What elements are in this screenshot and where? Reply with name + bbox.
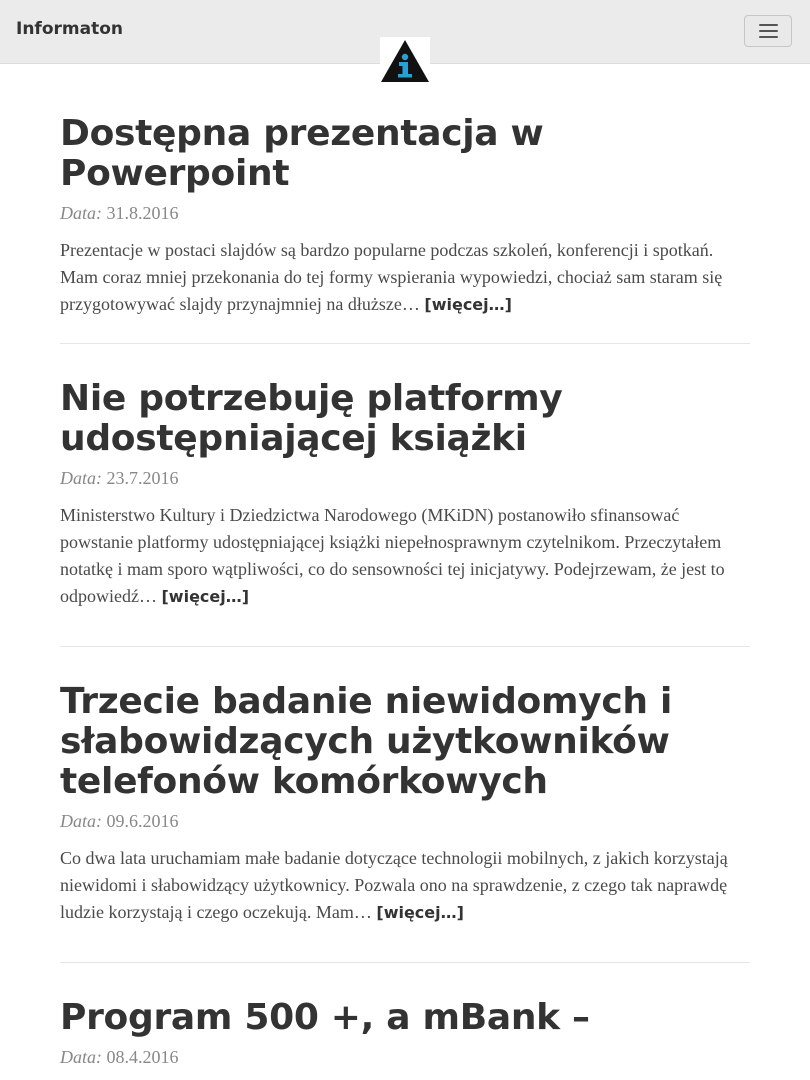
date-value: 09.6.2016 (106, 811, 179, 831)
post-title-link[interactable]: Dostępna prezentacja w Powerpoint (60, 113, 544, 194)
date-label: Data: (60, 468, 102, 488)
date-value: 31.8.2016 (106, 203, 179, 223)
post-date: Data: 31.8.2016 (60, 202, 750, 224)
info-triangle-logo-icon (381, 40, 429, 82)
date-value: 23.7.2016 (106, 468, 179, 488)
post-excerpt: Prezentacje w postaci slajdów są bardzo … (60, 237, 750, 318)
hamburger-icon-bar (759, 36, 778, 38)
post-divider (60, 646, 750, 647)
read-more-link[interactable]: [więcej…] (161, 587, 249, 606)
post-title-link[interactable]: Trzecie badanie niewidomych i słabowidzą… (60, 681, 672, 802)
site-logo[interactable] (380, 37, 430, 83)
post-date: Data: 23.7.2016 (60, 467, 750, 489)
read-more-link[interactable]: [więcej…] (376, 903, 464, 922)
post-excerpt: Co dwa lata uruchamiam małe badanie doty… (60, 845, 750, 926)
post-title: Dostępna prezentacja w Powerpoint (60, 114, 750, 194)
post-divider (60, 962, 750, 963)
post-title-link[interactable]: Program 500 +, a mBank – (60, 997, 590, 1038)
date-label: Data: (60, 203, 102, 223)
post-date: Data: 08.4.2016 (60, 1046, 750, 1068)
excerpt-text: Prezentacje w postaci slajdów są bardzo … (60, 240, 723, 314)
brand-link[interactable]: Informaton (16, 19, 123, 39)
date-label: Data: (60, 811, 102, 831)
post-item: Program 500 +, a mBank – Data: 08.4.2016 (60, 998, 750, 1068)
post-excerpt: Ministerstwo Kultury i Dziedzictwa Narod… (60, 502, 750, 610)
menu-toggle-button[interactable] (744, 15, 792, 47)
post-date: Data: 09.6.2016 (60, 810, 750, 832)
post-item: Trzecie badanie niewidomych i słabowidzą… (60, 682, 750, 926)
date-label: Data: (60, 1047, 102, 1067)
post-item: Nie potrzebuję platformy udostępniającej… (60, 379, 750, 610)
post-title: Nie potrzebuję platformy udostępniającej… (60, 379, 750, 459)
post-divider (60, 343, 750, 344)
post-item: Dostępna prezentacja w Powerpoint Data: … (60, 114, 750, 318)
excerpt-text: Ministerstwo Kultury i Dziedzictwa Narod… (60, 505, 725, 606)
hamburger-icon (759, 24, 778, 26)
post-title: Trzecie badanie niewidomych i słabowidzą… (60, 682, 750, 802)
date-value: 08.4.2016 (106, 1047, 179, 1067)
hamburger-icon-bar (759, 30, 778, 32)
read-more-link[interactable]: [więcej…] (424, 295, 512, 314)
post-title-link[interactable]: Nie potrzebuję platformy udostępniającej… (60, 378, 563, 459)
post-title: Program 500 +, a mBank – (60, 998, 750, 1038)
